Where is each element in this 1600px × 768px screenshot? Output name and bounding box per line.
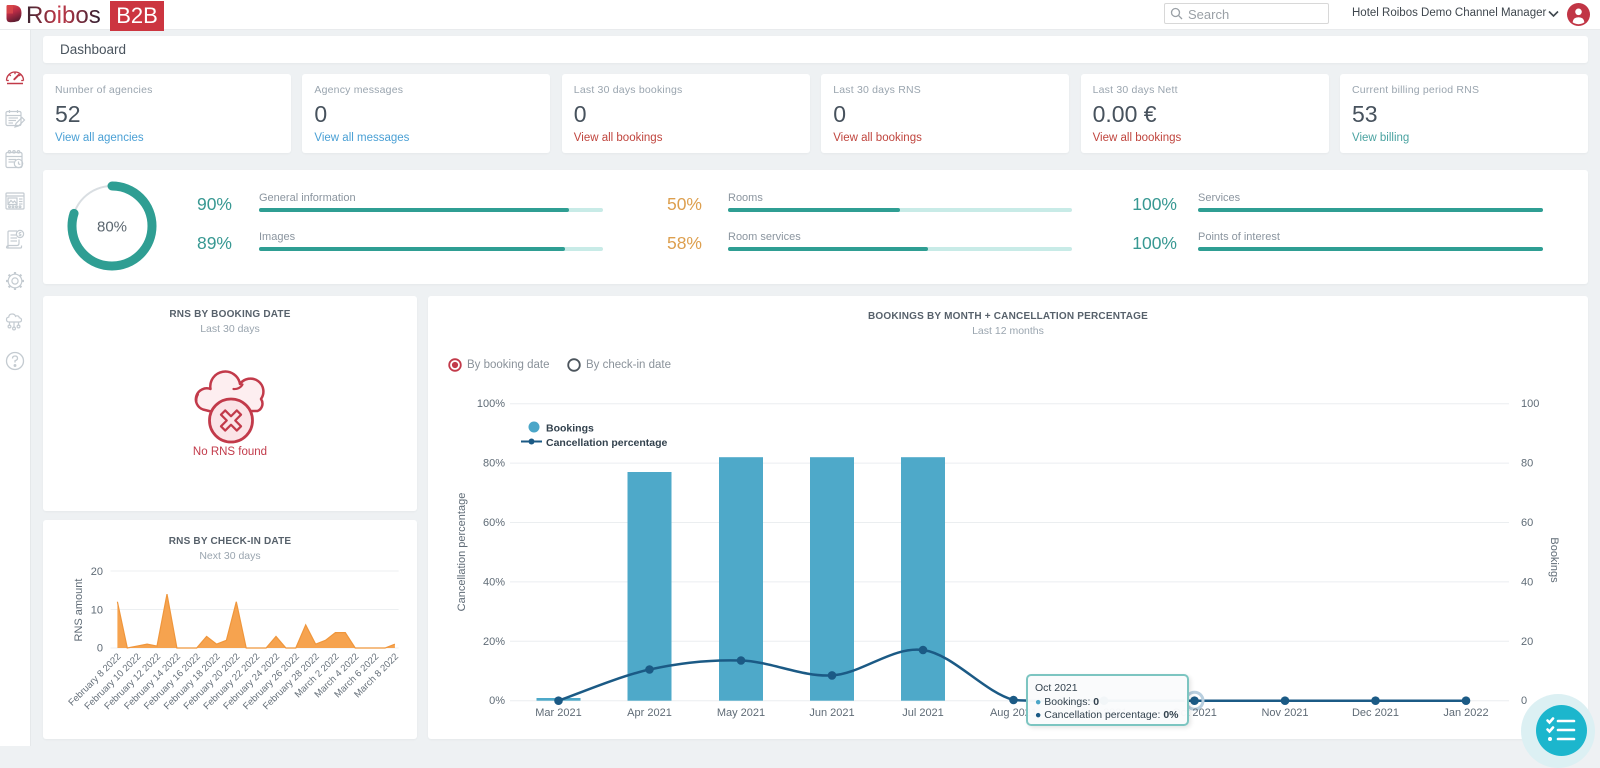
svg-text:Cancellation percentage: Cancellation percentage — [456, 493, 468, 612]
svg-text:0%: 0% — [489, 695, 505, 707]
svg-text:Jan 2022: Jan 2022 — [1443, 707, 1488, 719]
svg-text:Jun 2021: Jun 2021 — [809, 707, 854, 719]
svg-text:Roibos: Roibos — [26, 2, 101, 29]
svg-text:40%: 40% — [483, 576, 505, 588]
svg-text:Mar 2021: Mar 2021 — [535, 707, 581, 719]
svg-text:RNS amount: RNS amount — [73, 579, 85, 642]
svg-text:20: 20 — [1521, 636, 1533, 648]
svg-text:100: 100 — [1521, 398, 1539, 410]
svg-text:Jul 2021: Jul 2021 — [902, 707, 944, 719]
svg-text:May 2021: May 2021 — [717, 707, 765, 719]
svg-text:80%: 80% — [483, 458, 505, 470]
svg-text:Bookings: Bookings — [1548, 537, 1560, 583]
svg-text:Dec 2021: Dec 2021 — [1352, 707, 1399, 719]
svg-text:0: 0 — [97, 643, 103, 655]
svg-text:Apr 2021: Apr 2021 — [627, 707, 672, 719]
svg-text:60: 60 — [1521, 517, 1533, 529]
svg-text:Cancellation percentage: Cancellation percentage — [546, 437, 668, 449]
svg-text:Nov 2021: Nov 2021 — [1261, 707, 1308, 719]
svg-text:0: 0 — [1521, 695, 1527, 707]
svg-text:40: 40 — [1521, 576, 1533, 588]
svg-text:80: 80 — [1521, 458, 1533, 470]
svg-text:80%: 80% — [97, 219, 127, 236]
svg-text:60%: 60% — [483, 517, 505, 529]
svg-text:Bookings: Bookings — [546, 423, 594, 435]
svg-text:10: 10 — [91, 605, 103, 617]
svg-text:100%: 100% — [477, 398, 505, 410]
svg-text:20%: 20% — [483, 636, 505, 648]
svg-text:20: 20 — [91, 566, 103, 578]
